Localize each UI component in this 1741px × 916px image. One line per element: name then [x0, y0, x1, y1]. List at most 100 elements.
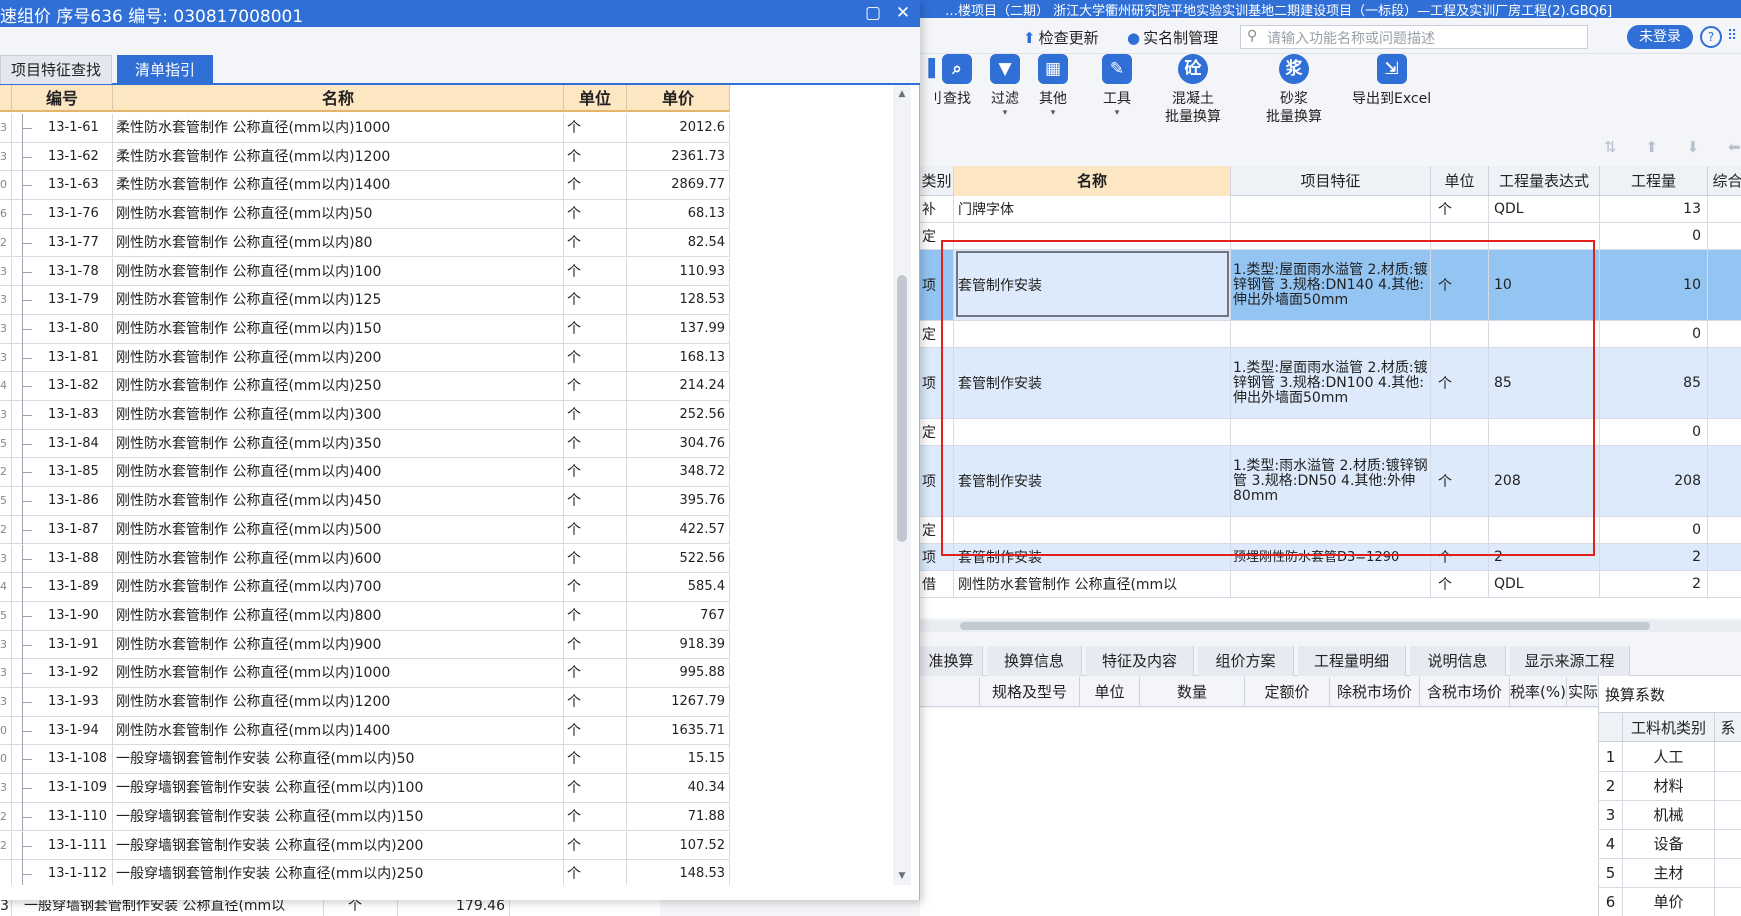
quota-name-cell[interactable]: 刚性防水套管制作 公称直径(mm以内)125	[113, 286, 564, 315]
quota-name-cell[interactable]: 刚性防水套管制作 公称直径(mm以内)200	[113, 343, 564, 373]
quota-unit-cell[interactable]: 个	[564, 314, 627, 344]
menu-dots-icon[interactable]: ⠿	[1727, 28, 1737, 44]
quota-unit-cell[interactable]: 个	[564, 774, 627, 803]
quota-row[interactable]: 13-1-112 一般穿墙钢套管制作安装 公称直径(mm以内)250 个 148.53	[0, 860, 730, 885]
scroll-up-icon[interactable]: ▲	[893, 87, 911, 101]
quota-code-cell[interactable]: 13-1-91	[12, 630, 113, 660]
quota-name-cell[interactable]: 刚性防水套管制作 公称直径(mm以内)150	[113, 314, 564, 344]
quota-code-cell[interactable]: 13-1-108	[12, 745, 113, 775]
quota-grid-vscrollbar[interactable]: ▲ ▼	[893, 85, 911, 885]
quota-price-cell[interactable]: 767	[627, 601, 730, 631]
quota-price-cell[interactable]: 2869.77	[627, 171, 730, 201]
tab-standard-convert[interactable]: 准换算	[920, 646, 983, 676]
quota-code-cell[interactable]: 13-1-78	[12, 257, 113, 287]
quota-price-cell[interactable]: 252.56	[627, 401, 730, 430]
quota-price-cell[interactable]: 168.13	[627, 343, 730, 373]
tab-quantity-detail[interactable]: 工程量明细	[1298, 646, 1406, 676]
quota-name-cell[interactable]: 柔性防水套管制作 公称直径(mm以内)1400	[113, 171, 564, 201]
quota-price-cell[interactable]: 304.76	[627, 429, 730, 459]
col-code-header[interactable]: 编号	[12, 85, 113, 112]
bill-grid-hscrollbar[interactable]	[920, 620, 1741, 632]
col-feature-header[interactable]: 项目特征	[1231, 166, 1431, 196]
col-amount-header[interactable]: 数量	[1140, 677, 1245, 707]
bill-row-selected[interactable]: 项 套管制作安装 1.类型:屋面雨水溢管 2.材质:镀锌钢管 3.规格:DN14…	[920, 250, 1741, 321]
quota-code-cell[interactable]: 13-1-81	[12, 343, 113, 373]
col-pretax-price-header[interactable]: 除税市场价	[1330, 677, 1420, 707]
quota-name-cell[interactable]: 一般穿墙钢套管制作安装 公称直径(mm以内)150	[113, 802, 564, 832]
quota-name-cell[interactable]: 柔性防水套管制作 公称直径(mm以内)1000	[113, 114, 564, 143]
tab-source-project[interactable]: 显示来源工程	[1510, 646, 1630, 676]
bill-row[interactable]: 定 0	[920, 517, 1741, 544]
quota-row[interactable]: 5 13-1-86 刚性防水套管制作 公称直径(mm以内)450 个 395.76	[0, 487, 730, 516]
quota-name-cell[interactable]: 刚性防水套管制作 公称直径(mm以内)1200	[113, 688, 564, 717]
mortar-batch-convert-button[interactable]: 浆 砂浆 批量换算	[1266, 54, 1322, 127]
col-actual-header[interactable]: 实际	[1567, 677, 1600, 707]
coef-row[interactable]: 6 单价	[1599, 888, 1741, 916]
coef-row[interactable]: 4 设备	[1599, 830, 1741, 859]
quota-name-cell[interactable]: 刚性防水套管制作 公称直径(mm以内)500	[113, 515, 564, 545]
quota-unit-cell[interactable]: 个	[564, 716, 627, 746]
scrollbar-thumb[interactable]	[960, 622, 1650, 630]
quota-price-cell[interactable]: 1267.79	[627, 688, 730, 717]
quota-row[interactable]: 3 13-1-83 刚性防水套管制作 公称直径(mm以内)300 个 252.56	[0, 401, 730, 430]
col-quota-price-header[interactable]: 定额价	[1245, 677, 1330, 707]
quota-unit-cell[interactable]: 个	[564, 573, 627, 602]
tab-convert-info[interactable]: 换算信息	[987, 646, 1082, 676]
coef-row[interactable]: 3 机械	[1599, 801, 1741, 830]
quota-unit-cell[interactable]: 个	[564, 487, 627, 516]
quota-code-cell[interactable]: 13-1-87	[12, 515, 113, 545]
quota-price-cell[interactable]: 15.15	[627, 745, 730, 775]
dialog-titlebar[interactable]: 速组价 序号636 编号: 030817008001 ▢ ✕	[0, 0, 920, 27]
quota-unit-cell[interactable]: 个	[564, 200, 627, 229]
tab-feature-content[interactable]: 特征及内容	[1086, 646, 1194, 676]
quota-price-cell[interactable]: 918.39	[627, 630, 730, 660]
col-qty-header[interactable]: 工程量	[1600, 166, 1708, 196]
quota-name-cell[interactable]: 刚性防水套管制作 公称直径(mm以内)1000	[113, 659, 564, 688]
quota-row[interactable]: 3 13-1-78 刚性防水套管制作 公称直径(mm以内)100 个 110.93	[0, 257, 730, 287]
quota-code-cell[interactable]: 13-1-111	[12, 831, 113, 861]
quota-name-cell[interactable]: 一般穿墙钢套管制作安装 公称直径(mm以内)250	[113, 860, 564, 885]
quota-unit-cell[interactable]: 个	[564, 343, 627, 373]
quota-row[interactable]: 2 13-1-110 一般穿墙钢套管制作安装 公称直径(mm以内)150 个 71.88	[0, 802, 730, 832]
quota-name-cell[interactable]: 刚性防水套管制作 公称直径(mm以内)300	[113, 401, 564, 430]
quota-unit-cell[interactable]: 个	[564, 142, 627, 172]
quota-code-cell[interactable]: 13-1-109	[12, 774, 113, 803]
quota-price-cell[interactable]: 71.88	[627, 802, 730, 832]
quota-unit-cell[interactable]: 个	[564, 429, 627, 459]
quota-code-cell[interactable]: 13-1-92	[12, 659, 113, 688]
bill-row[interactable]: 项 套管制作安装 1.类型:屋面雨水溢管 2.材质:镀锌钢管 3.规格:DN10…	[920, 348, 1741, 419]
quota-row[interactable]: 3 13-1-61 柔性防水套管制作 公称直径(mm以内)1000 个 2012.6	[0, 114, 730, 143]
quota-unit-cell[interactable]: 个	[564, 257, 627, 287]
quota-row[interactable]: 5 13-1-90 刚性防水套管制作 公称直径(mm以内)800 个 767	[0, 601, 730, 631]
quota-row[interactable]: 3 13-1-93 刚性防水套管制作 公称直径(mm以内)1200 个 1267.79	[0, 688, 730, 717]
quota-code-cell[interactable]: 13-1-83	[12, 401, 113, 430]
col-price-header[interactable]: 单价	[627, 85, 730, 112]
realname-button[interactable]: ● 实名制管理	[1127, 27, 1218, 48]
quota-unit-cell[interactable]: 个	[564, 659, 627, 688]
quota-code-cell[interactable]: 13-1-88	[12, 544, 113, 574]
quota-name-cell[interactable]: 柔性防水套管制作 公称直径(mm以内)1200	[113, 142, 564, 172]
scrollbar-thumb[interactable]	[897, 275, 907, 542]
quota-name-cell[interactable]: 刚性防水套管制作 公称直径(mm以内)250	[113, 372, 564, 401]
quota-row[interactable]: 2 13-1-87 刚性防水套管制作 公称直径(mm以内)500 个 422.57	[0, 515, 730, 545]
quota-name-cell[interactable]: 刚性防水套管制作 公称直径(mm以内)350	[113, 429, 564, 459]
quota-price-cell[interactable]: 137.99	[627, 314, 730, 344]
quota-name-cell[interactable]: 一般穿墙钢套管制作安装 公称直径(mm以内)100	[113, 774, 564, 803]
help-icon[interactable]: ?	[1700, 26, 1722, 48]
filter-button[interactable]: ▼ 过滤 ▾	[990, 54, 1020, 118]
quota-price-cell[interactable]: 107.52	[627, 831, 730, 861]
quota-code-cell[interactable]: 13-1-84	[12, 429, 113, 459]
quota-row[interactable]: 2 13-1-77 刚性防水套管制作 公称直径(mm以内)80 个 82.54	[0, 228, 730, 258]
quota-code-cell[interactable]: 13-1-79	[12, 286, 113, 315]
quota-code-cell[interactable]: 13-1-110	[12, 802, 113, 832]
quota-price-cell[interactable]: 995.88	[627, 659, 730, 688]
coef-row[interactable]: 2 材料	[1599, 772, 1741, 801]
quota-unit-cell[interactable]: 个	[564, 401, 627, 430]
quota-row[interactable]: 3 13-1-81 刚性防水套管制作 公称直径(mm以内)200 个 168.13	[0, 343, 730, 373]
quota-unit-cell[interactable]: 个	[564, 831, 627, 861]
quota-code-cell[interactable]: 13-1-61	[12, 114, 113, 143]
quota-unit-cell[interactable]: 个	[564, 601, 627, 631]
quota-row[interactable]: 3 13-1-62 柔性防水套管制作 公称直径(mm以内)1200 个 2361.73	[0, 142, 730, 172]
quota-name-cell[interactable]: 刚性防水套管制作 公称直径(mm以内)700	[113, 573, 564, 602]
quota-price-cell[interactable]: 2012.6	[627, 114, 730, 143]
